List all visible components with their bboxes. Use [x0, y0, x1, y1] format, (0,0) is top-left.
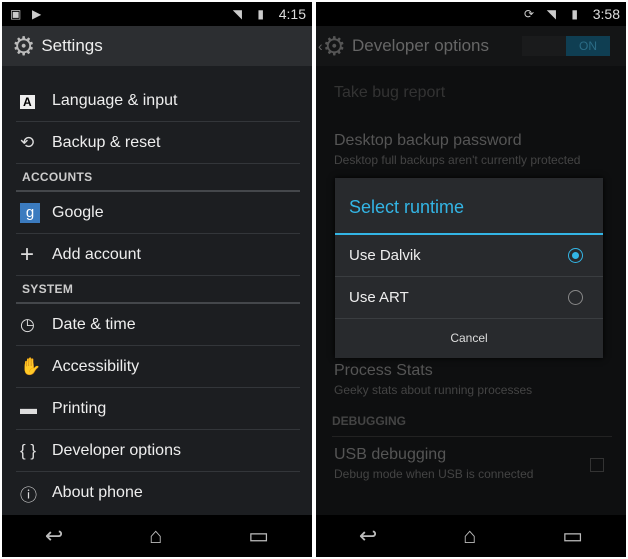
- cancel-button[interactable]: Cancel: [335, 319, 603, 358]
- item-subtitle: Desktop full backups aren't currently pr…: [334, 153, 581, 167]
- image-icon: ▣: [10, 7, 22, 21]
- take-bug-report[interactable]: Take bug report: [334, 84, 612, 102]
- usb-debugging-checkbox[interactable]: [590, 458, 604, 472]
- item-label: Add account: [52, 245, 141, 263]
- system-header: SYSTEM: [16, 282, 300, 304]
- usb-debugging[interactable]: USB debugging Debug mode when USB is conn…: [334, 446, 612, 481]
- developer-options-screen: ⟳ ◥ ▮ 3:58 ‹ ⚙ Developer options ON Take…: [316, 2, 626, 557]
- settings-screen: ▣ ▶ ◥ ▮ 4:15 ⚙ Settings A Language & inpu…: [2, 2, 312, 557]
- recents-icon[interactable]: ▭: [562, 523, 583, 549]
- google-icon: g: [16, 202, 52, 223]
- back-icon[interactable]: ↩: [45, 523, 63, 549]
- wifi-icon: ◥: [546, 7, 556, 21]
- clock: 4:15: [278, 6, 306, 22]
- item-label: Google: [52, 203, 104, 221]
- action-bar[interactable]: ‹ ⚙ Developer options ON: [316, 26, 626, 66]
- item-label: Developer options: [52, 441, 181, 459]
- item-about-phone[interactable]: ⓘ About phone: [16, 472, 300, 514]
- page-title: Developer options: [351, 36, 490, 55]
- battery-icon: ▮: [571, 7, 578, 21]
- language-icon: A: [16, 91, 52, 111]
- info-icon: ⓘ: [20, 485, 37, 505]
- item-subtitle: Debug mode when USB is connected: [334, 467, 534, 481]
- wifi-icon: ◥: [232, 7, 242, 21]
- item-title: Take bug report: [334, 84, 446, 101]
- gear-icon: ⚙: [322, 30, 346, 61]
- action-bar[interactable]: ⚙ Settings: [2, 26, 312, 66]
- item-subtitle: Geeky stats about running processes: [334, 383, 533, 397]
- item-language-input[interactable]: A Language & input: [16, 80, 300, 122]
- backup-icon: ⟲: [20, 132, 35, 152]
- item-printing[interactable]: ▬ Printing: [16, 388, 300, 430]
- status-bar: ▣ ▶ ◥ ▮ 4:15: [2, 2, 312, 26]
- item-label: Date & time: [52, 315, 136, 333]
- item-label: About phone: [52, 484, 143, 501]
- status-bar: ⟳ ◥ ▮ 3:58: [316, 2, 626, 26]
- plus-icon: +: [20, 240, 35, 268]
- recents-icon[interactable]: ▭: [248, 523, 269, 549]
- printer-icon: ▬: [20, 398, 37, 418]
- play-store-icon: ▶: [32, 7, 42, 21]
- item-backup-reset[interactable]: ⟲ Backup & reset: [16, 122, 300, 164]
- item-google[interactable]: g Google: [16, 192, 300, 234]
- item-label: Accessibility: [52, 357, 140, 375]
- item-add-account[interactable]: + Add account: [16, 234, 300, 276]
- item-accessibility[interactable]: ✋ Accessibility: [16, 346, 300, 388]
- item-label: Backup & reset: [52, 133, 161, 151]
- item-label: Language & input: [52, 91, 178, 109]
- clock: 3:58: [592, 6, 620, 22]
- radio-selected[interactable]: [568, 248, 583, 263]
- rotate-icon: ⟳: [523, 7, 534, 21]
- page-title: Settings: [41, 36, 103, 55]
- option-art[interactable]: Use ART: [335, 277, 603, 319]
- item-title: Desktop backup password: [334, 132, 522, 149]
- process-stats[interactable]: Process Stats Geeky stats about running p…: [334, 362, 612, 397]
- dialog-title: Select runtime: [335, 178, 603, 235]
- option-label: Use Dalvik: [349, 247, 421, 264]
- clock-icon: ◷: [20, 314, 35, 334]
- developer-toggle[interactable]: ON: [522, 36, 610, 56]
- item-date-time[interactable]: ◷ Date & time: [16, 304, 300, 346]
- hand-icon: ✋: [20, 356, 42, 376]
- back-icon[interactable]: ↩: [359, 523, 377, 549]
- accounts-header: ACCOUNTS: [16, 170, 300, 192]
- nav-bar: ↩ ⌂ ▭: [316, 515, 626, 557]
- radio-unselected[interactable]: [568, 290, 583, 305]
- item-developer-options[interactable]: { } Developer options: [16, 430, 300, 472]
- option-label: Use ART: [349, 289, 409, 306]
- debugging-header: DEBUGGING: [332, 414, 612, 437]
- gear-icon: ⚙: [12, 30, 36, 61]
- nav-bar: ↩ ⌂ ▭: [2, 515, 312, 557]
- item-title: Process Stats: [334, 362, 433, 379]
- select-runtime-dialog: Select runtime Use Dalvik Use ART Cancel: [335, 178, 603, 358]
- item-title: USB debugging: [334, 446, 447, 463]
- desktop-backup-password[interactable]: Desktop backup password Desktop full back…: [334, 132, 612, 167]
- home-icon[interactable]: ⌂: [149, 523, 162, 549]
- home-icon[interactable]: ⌂: [463, 523, 476, 549]
- braces-icon: { }: [20, 440, 37, 460]
- battery-icon: ▮: [257, 7, 264, 21]
- option-dalvik[interactable]: Use Dalvik: [335, 235, 603, 277]
- toggle-label: ON: [566, 36, 610, 56]
- item-label: Printing: [52, 399, 107, 417]
